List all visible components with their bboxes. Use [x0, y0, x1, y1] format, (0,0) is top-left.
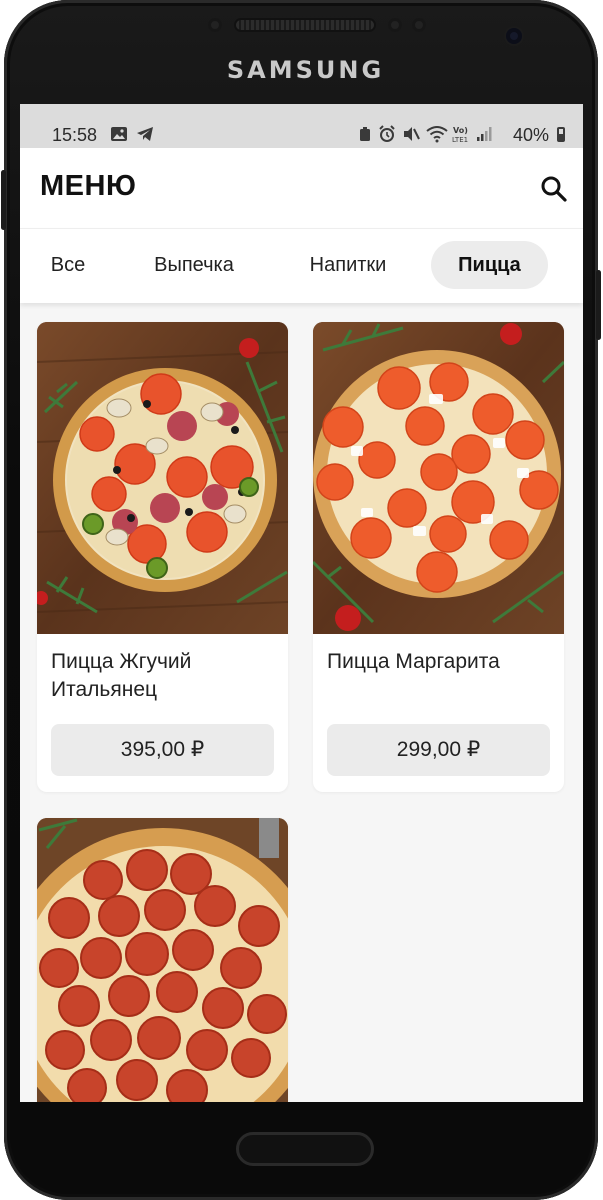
status-time: 15:58 [52, 125, 98, 145]
front-camera [506, 28, 522, 44]
product-card[interactable]: Пицца Жгучий Итальянец 395,00 ₽ [37, 322, 288, 792]
home-button[interactable] [236, 1132, 374, 1166]
product-name: Пицца Маргарита [327, 650, 500, 673]
pizza-pepperoni-image [37, 818, 288, 1102]
product-card[interactable]: Пицца Маргарита 299,00 ₽ [313, 322, 564, 792]
screen: 15:58 Vo) LTE1 40% МЕНЮ Все Выпечка Напи… [20, 104, 583, 1102]
sensor-dot [388, 18, 402, 32]
tab-pizza[interactable]: Пицца [431, 241, 548, 289]
battery-saver-icon [360, 127, 370, 141]
alarm-icon [379, 125, 395, 142]
signal-icon [477, 127, 492, 141]
sensor-dot [412, 18, 426, 32]
tab-drinks[interactable]: Напитки [288, 241, 408, 289]
telegram-icon [137, 127, 153, 141]
svg-text:LTE1: LTE1 [452, 136, 468, 144]
pizza-hot-italian-image [37, 322, 288, 634]
brand-logo: SAMSUNG [226, 56, 385, 84]
volte-icon: Vo) LTE1 [452, 126, 468, 144]
price-button[interactable]: 299,00 ₽ [327, 724, 550, 776]
wifi-icon [426, 126, 448, 143]
product-card[interactable] [37, 818, 288, 1102]
status-bar: 15:58 Vo) LTE1 40% [20, 104, 583, 148]
proximity-sensor [208, 18, 222, 32]
tab-all[interactable]: Все [34, 241, 102, 289]
image-icon [111, 127, 127, 141]
category-tabs: Все Выпечка Напитки Пицца [20, 228, 583, 303]
battery-icon [557, 127, 565, 142]
page-title: МЕНЮ [40, 170, 137, 202]
product-name: Пицца Жгучий Итальянец [51, 650, 192, 701]
svg-text:Vo): Vo) [453, 126, 468, 135]
power-button [596, 270, 601, 340]
app-header: МЕНЮ [20, 148, 583, 228]
pizza-margherita-image [313, 322, 564, 634]
battery-percent: 40% [512, 125, 549, 145]
mute-icon [404, 127, 420, 141]
volume-button [1, 170, 6, 230]
product-grid: Пицца Жгучий Итальянец 395,00 ₽ Пицца Ма… [20, 304, 583, 1102]
search-icon[interactable] [539, 174, 569, 204]
tab-bakery[interactable]: Выпечка [132, 241, 256, 289]
price-button[interactable]: 395,00 ₽ [51, 724, 274, 776]
earpiece-speaker [236, 20, 374, 30]
